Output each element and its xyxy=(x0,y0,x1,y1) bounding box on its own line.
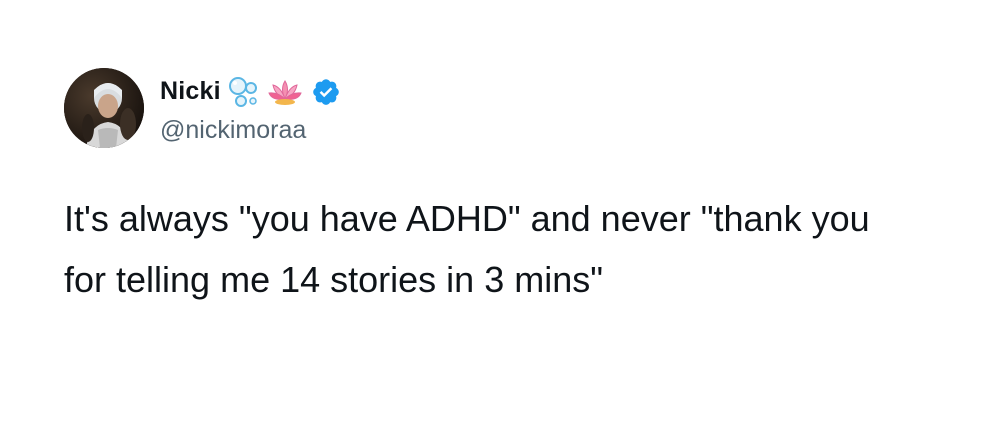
display-name[interactable]: Nicki xyxy=(160,77,221,106)
bubbles-icon xyxy=(227,75,261,109)
lotus-icon xyxy=(267,77,303,107)
tweet-card: Nicki @nickimoraa It's always "you have … xyxy=(0,0,1000,436)
user-handle[interactable]: @nickimoraa xyxy=(160,116,341,145)
verified-badge-icon xyxy=(311,77,341,107)
author-identity: Nicki @nickimoraa xyxy=(160,72,341,145)
avatar[interactable] xyxy=(64,68,144,148)
tweet-text: It's always "you have ADHD" and never "t… xyxy=(64,198,870,300)
name-row: Nicki xyxy=(160,72,341,112)
tweet-header: Nicki @nickimoraa xyxy=(64,68,341,148)
